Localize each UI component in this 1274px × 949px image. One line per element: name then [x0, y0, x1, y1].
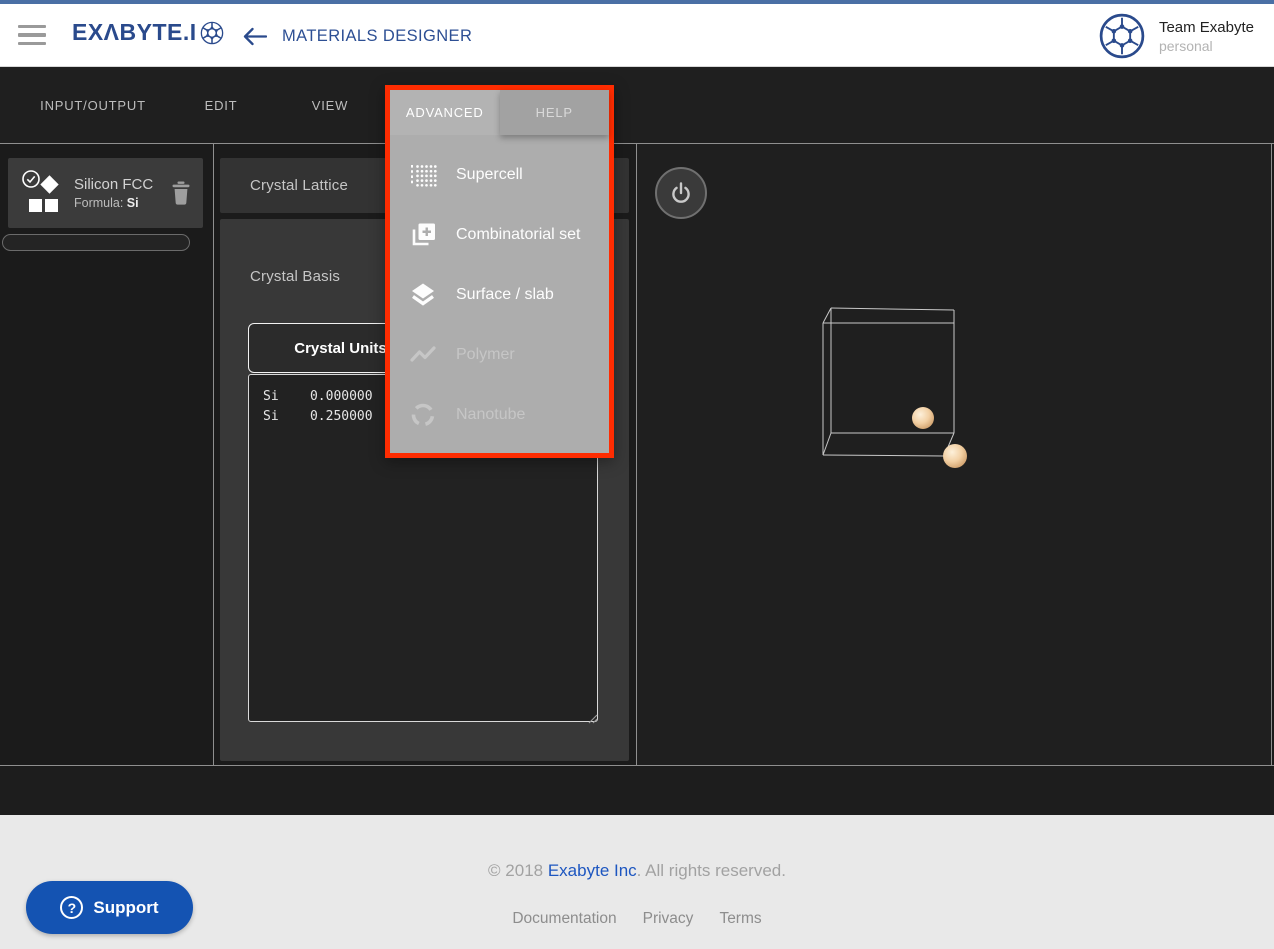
- crystal-3d-view[interactable]: [637, 144, 1271, 765]
- material-meta: Silicon FCC Formula: Si: [74, 176, 153, 210]
- bottom-dark-strip: [0, 767, 1274, 815]
- help-circle-icon: ?: [60, 896, 83, 919]
- material-name: Silicon FCC: [74, 176, 153, 193]
- resize-handle-icon[interactable]: [586, 712, 598, 724]
- sidebar-scrollbar[interactable]: [2, 234, 190, 251]
- surface-slab-icon: [408, 280, 438, 310]
- combinatorial-set-icon: [408, 220, 438, 250]
- hamburger-menu-icon[interactable]: [18, 25, 46, 45]
- menu-item-surface-slab[interactable]: Surface / slab: [390, 265, 609, 325]
- menu-item-label: Surface / slab: [456, 286, 554, 304]
- crystal-basis-header: Crystal Basis: [250, 268, 340, 285]
- menu-item-label: Nanotube: [456, 406, 525, 424]
- copyright-suffix: . All rights reserved.: [637, 861, 786, 880]
- content-area: Silicon FCC Formula: Si Crystal Lattice: [0, 143, 1274, 766]
- silicon-atom[interactable]: [943, 444, 967, 468]
- power-icon: [668, 180, 694, 206]
- menu-item-combinatorial-set[interactable]: Combinatorial set: [390, 205, 609, 265]
- menu-bar: INPUT/OUTPUT EDIT VIEW: [0, 67, 1274, 143]
- viewer-panel: [636, 144, 1272, 765]
- documentation-link[interactable]: Documentation: [512, 910, 616, 928]
- menu-item-edit[interactable]: EDIT: [205, 67, 238, 143]
- user-name: Team Exabyte: [1159, 19, 1254, 36]
- menu-item-view[interactable]: VIEW: [312, 67, 348, 143]
- supercell-grid-icon: [408, 160, 438, 190]
- exabyte-logo[interactable]: EXΛBYTE.I: [72, 19, 224, 46]
- menu-item-polymer[interactable]: Polymer: [390, 325, 609, 385]
- page-footer: © 2018 Exabyte Inc. All rights reserved.…: [0, 815, 1274, 949]
- back-arrow-icon[interactable]: [242, 27, 267, 46]
- user-menu[interactable]: Team Exabyte personal: [1099, 13, 1254, 59]
- page-title: MATERIALS DESIGNER: [282, 27, 472, 46]
- crystal-lattice-header: Crystal Lattice: [250, 177, 348, 194]
- delete-material-icon[interactable]: [171, 181, 191, 205]
- material-set-icon: [20, 170, 62, 216]
- support-button[interactable]: ? Support: [26, 881, 193, 934]
- user-meta: Team Exabyte personal: [1159, 19, 1254, 54]
- dropdown-tabs: ADVANCED HELP: [390, 90, 609, 135]
- copyright-prefix: © 2018: [488, 861, 548, 880]
- menu-item-advanced[interactable]: ADVANCED: [390, 90, 500, 135]
- terms-link[interactable]: Terms: [719, 910, 761, 928]
- nanotube-icon: [408, 400, 438, 430]
- advanced-menu-list: Supercell Combinatorial set Surface / sl…: [390, 135, 609, 445]
- material-formula: Formula: Si: [74, 196, 153, 210]
- silicon-atom[interactable]: [912, 407, 934, 429]
- company-link[interactable]: Exabyte Inc: [548, 861, 637, 880]
- logo-text: EXΛBYTE.I: [72, 19, 197, 46]
- unit-cell-wireframe: [823, 308, 954, 456]
- menu-item-label: Polymer: [456, 346, 515, 364]
- power-button[interactable]: [655, 167, 707, 219]
- advanced-dropdown-highlighted: ADVANCED HELP Supercell: [385, 85, 614, 458]
- support-label: Support: [93, 898, 158, 918]
- material-card[interactable]: Silicon FCC Formula: Si: [8, 158, 203, 228]
- user-role: personal: [1159, 38, 1254, 54]
- menu-item-label: Combinatorial set: [456, 226, 581, 244]
- avatar: [1099, 13, 1145, 59]
- menu-item-input-output[interactable]: INPUT/OUTPUT: [40, 67, 146, 143]
- menu-item-supercell[interactable]: Supercell: [390, 145, 609, 205]
- logo-ball-icon: [200, 21, 224, 45]
- polymer-icon: [408, 340, 438, 370]
- menu-item-help[interactable]: HELP: [500, 90, 610, 135]
- app-header: EXΛBYTE.I MATERIALS DESIGNER: [0, 4, 1274, 67]
- panel-divider: [213, 144, 214, 765]
- menu-item-nanotube[interactable]: Nanotube: [390, 385, 609, 445]
- menu-item-label: Supercell: [456, 166, 523, 184]
- materials-designer-app: EXΛBYTE.I MATERIALS DESIGNER: [0, 0, 1274, 949]
- copyright: © 2018 Exabyte Inc. All rights reserved.: [0, 861, 1274, 881]
- privacy-link[interactable]: Privacy: [643, 910, 694, 928]
